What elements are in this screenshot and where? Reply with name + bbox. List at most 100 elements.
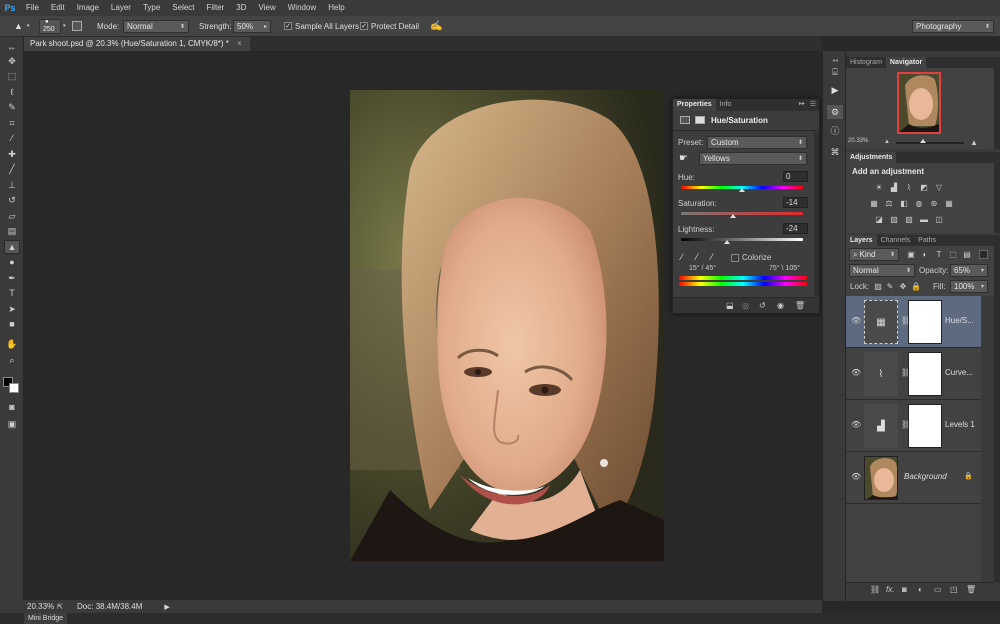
menu-view[interactable]: View <box>253 0 282 16</box>
hue-saturation-icon[interactable]: ▦ <box>869 199 879 208</box>
zoom-tool-icon[interactable]: ⌕ <box>4 353 20 367</box>
layers-panel-scrollbar[interactable] <box>994 235 1000 582</box>
layer-filter-select[interactable]: ⌕ Kind ⬍ <box>849 248 899 261</box>
collapse-toolbar-icon[interactable]: ▸▸ <box>4 41 20 55</box>
curves-icon[interactable]: ⌇ <box>904 183 914 192</box>
path-selection-tool-icon[interactable]: ➤ <box>4 302 20 316</box>
exposure-icon[interactable]: ◩ <box>919 183 929 192</box>
hue-value-input[interactable]: 0 <box>783 171 808 182</box>
eyedropper-add-icon[interactable]: ⁄ <box>696 252 698 262</box>
crop-tool-icon[interactable]: ⌗ <box>4 116 20 130</box>
layer-name[interactable]: Background <box>904 472 947 481</box>
folder-icon[interactable]: ▭ <box>934 585 942 594</box>
layer-mask-thumbnail[interactable] <box>908 404 942 448</box>
layer-mask-thumbnail[interactable] <box>908 300 942 344</box>
channel-mixer-icon[interactable]: ⊛ <box>929 199 939 208</box>
menu-file[interactable]: File <box>20 0 45 16</box>
selective-color-icon[interactable]: ◫ <box>934 215 944 224</box>
gradient-map-icon[interactable]: ▬ <box>919 215 929 224</box>
layer-mask-icon[interactable] <box>695 116 705 124</box>
collapse-panel-icon[interactable]: ▸▸ <box>799 99 805 110</box>
filter-smart-object-icon[interactable]: ▤ <box>962 250 972 259</box>
export-icon[interactable]: ⇱ <box>57 603 63 611</box>
dodge-tool-icon[interactable]: ● <box>4 255 20 269</box>
healing-brush-tool-icon[interactable]: ✚ <box>4 147 20 161</box>
filter-pixel-icon[interactable]: ▣ <box>906 250 916 259</box>
tab-info[interactable]: Info <box>716 99 736 111</box>
filter-toggle-button[interactable] <box>979 250 988 259</box>
output-color-bar[interactable] <box>679 282 807 286</box>
tab-properties[interactable]: Properties <box>673 99 716 111</box>
clone-stamp-tool-icon[interactable]: ⊥ <box>4 178 20 192</box>
posterize-icon[interactable]: ▨ <box>889 215 899 224</box>
saturation-slider-track[interactable] <box>681 212 803 215</box>
navigator-zoom-thumb[interactable] <box>920 139 926 143</box>
visibility-eye-icon[interactable]: 👁 <box>851 368 861 378</box>
opacity-input[interactable]: 65% ▾ <box>950 264 988 277</box>
properties-scrollbar[interactable] <box>814 132 819 296</box>
layer-name[interactable]: Levels 1 <box>945 420 975 429</box>
tab-layers[interactable]: Layers <box>846 235 877 246</box>
clip-to-layer-icon[interactable]: ⬓ <box>726 301 734 310</box>
layer-name[interactable]: Hue/S... <box>945 316 974 325</box>
background-color-swatch[interactable] <box>9 383 19 393</box>
quick-mask-icon[interactable]: ◙ <box>4 400 20 414</box>
marquee-tool-icon[interactable]: ⬚ <box>4 69 20 83</box>
menu-image[interactable]: Image <box>71 0 105 16</box>
lock-all-icon[interactable]: 🔒 <box>911 282 921 291</box>
mask-icon[interactable]: ◙ <box>902 585 907 594</box>
hand-tool-icon[interactable]: ✋ <box>4 337 20 351</box>
workspace-select[interactable]: Photography ⬍ <box>912 19 994 33</box>
lightness-slider-track[interactable] <box>681 238 803 241</box>
fx-icon[interactable]: fx. <box>886 585 894 594</box>
navigator-scrollbar[interactable] <box>994 57 1000 149</box>
menu-layer[interactable]: Layer <box>105 0 137 16</box>
filter-type-icon[interactable]: T <box>934 250 944 259</box>
colorize-checkbox[interactable]: Colorize <box>731 253 771 262</box>
menu-3d[interactable]: 3D <box>230 0 252 16</box>
menu-type[interactable]: Type <box>137 0 166 16</box>
adjustments-scrollbar[interactable] <box>994 152 1000 233</box>
view-previous-icon[interactable]: ◎ <box>742 301 749 310</box>
zoom-readout[interactable]: 20.33% <box>27 602 54 611</box>
pen-tool-icon[interactable]: ✒ <box>4 271 20 285</box>
brush-panel-toggle[interactable] <box>72 19 82 33</box>
layer-row-curves[interactable]: 👁 ⌇ ⛓ Curve... <box>846 348 981 400</box>
color-lookup-icon[interactable]: ▦ <box>944 199 954 208</box>
smudge-tool-icon[interactable]: ▲ <box>4 240 20 254</box>
pressure-toggle-button[interactable]: ✍ <box>430 19 442 33</box>
vibrance-icon[interactable]: ▽ <box>934 183 944 192</box>
layer-row-levels[interactable]: 👁 ▟ ⛓ Levels 1 <box>846 400 981 452</box>
new-layer-icon[interactable]: ◳ <box>950 585 958 594</box>
panel-menu-icon[interactable]: ☰ <box>810 99 816 110</box>
tab-histogram[interactable]: Histogram <box>846 57 886 68</box>
color-balance-icon[interactable]: ⚖ <box>884 199 894 208</box>
eyedropper-icon[interactable]: ⁄ <box>681 252 683 262</box>
layer-name[interactable]: Curve... <box>945 368 973 377</box>
layer-mask-thumbnail[interactable] <box>908 352 942 396</box>
reset-icon[interactable]: ↺ <box>759 301 766 310</box>
adjustment-icon[interactable]: ◐ <box>918 585 923 594</box>
visibility-eye-icon[interactable]: ◉ <box>777 301 784 310</box>
trash-icon[interactable]: 🗑 <box>966 585 976 594</box>
levels-icon[interactable]: ▟ <box>889 183 899 192</box>
navigator-preview[interactable] <box>897 72 941 134</box>
menu-window[interactable]: Window <box>282 0 322 16</box>
visibility-eye-icon[interactable]: 👁 <box>851 472 861 482</box>
navigator-zoom-readout[interactable]: 20.33% <box>848 138 868 144</box>
close-tab-icon[interactable]: × <box>237 39 242 48</box>
mode-select[interactable]: Normal ⬍ <box>123 19 189 33</box>
link-icon[interactable]: ⛓ <box>870 585 880 594</box>
brush-size-picker[interactable]: ● 250 ▾ <box>39 18 66 34</box>
filter-adjustment-icon[interactable]: ◐ <box>920 250 930 259</box>
mini-bridge-tab[interactable]: Mini Bridge <box>24 613 68 624</box>
photo-filter-icon[interactable]: ◍ <box>914 199 924 208</box>
lock-pixels-icon[interactable]: ✎ <box>885 282 895 291</box>
menu-edit[interactable]: Edit <box>45 0 71 16</box>
zoom-in-icon[interactable]: ▲ <box>970 138 978 147</box>
move-tool-icon[interactable]: ✥ <box>4 54 20 68</box>
hue-slider-thumb[interactable] <box>739 188 745 192</box>
adjustments-panel-icon[interactable]: ⚙ <box>827 105 843 119</box>
preset-select[interactable]: Custom ⬍ <box>707 136 807 149</box>
menu-filter[interactable]: Filter <box>201 0 231 16</box>
